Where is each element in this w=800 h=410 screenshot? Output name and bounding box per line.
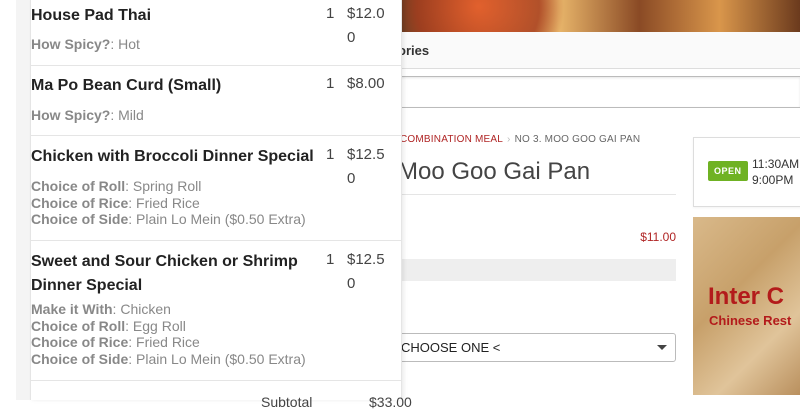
option-key: How Spicy? — [31, 36, 111, 52]
option-line: Choice of Side: Plain Lo Mein ($0.50 Ext… — [31, 350, 306, 367]
subtotal-value: $33.00 — [369, 394, 412, 410]
hero-image — [398, 0, 800, 32]
cart-items: House Pad Thai 1 $12.00 How Spicy?: Hot … — [30, 0, 412, 410]
breadcrumb-category[interactable]: COMBINATION MEAL — [400, 134, 503, 145]
option-line: How Spicy?: Hot — [31, 36, 140, 52]
option-line: Make it With: Chicken — [31, 301, 171, 317]
cart-item-qty: 1 — [326, 146, 335, 163]
cart-panel: House Pad Thai 1 $12.00 How Spicy?: Hot … — [16, 0, 412, 410]
food-photo — [398, 0, 598, 32]
cart-item-options: How Spicy?: Mild — [31, 107, 144, 124]
cart-item[interactable]: House Pad Thai 1 $12.00 How Spicy?: Hot — [31, 0, 401, 66]
option-line: Choice of Side: Plain Lo Mein ($0.50 Ext… — [31, 211, 306, 227]
close-time: 9:00PM — [752, 173, 794, 187]
cart-item-name: House Pad Thai — [31, 7, 152, 24]
cart-item-qty: 1 — [326, 251, 335, 268]
option-key: Choice of Roll — [31, 178, 126, 194]
open-time: 11:30AM — [752, 157, 800, 171]
subtotal-label: Subtotal — [261, 394, 313, 410]
option-value: Fried Rice — [136, 194, 200, 211]
category-tabs[interactable]: ories — [398, 32, 800, 69]
option-value: Plain Lo Mein ($0.50 Extra) — [136, 350, 306, 367]
cart-item-price: $12.00 — [347, 5, 385, 46]
option-key: Choice of Roll — [31, 317, 126, 334]
option-key: Choice of Side — [31, 211, 129, 227]
cart-item-price: $12.50 — [347, 251, 385, 292]
option-line: Choice of Roll: Egg Roll — [31, 317, 186, 334]
cart-item-price: $12.50 — [347, 146, 385, 187]
option-key: Make it With — [31, 301, 113, 317]
option-value: Fried Rice — [136, 334, 200, 350]
cart-item-qty: 1 — [326, 75, 335, 92]
option-value: Hot — [118, 36, 140, 52]
open-badge: OPEN — [708, 161, 748, 181]
option-value: Chicken — [120, 301, 171, 317]
option-key: How Spicy? — [31, 107, 111, 123]
cart-item-options: How Spicy?: Hot — [31, 36, 140, 53]
option-value: Mild — [118, 107, 144, 123]
tab-categories[interactable]: ories — [398, 43, 429, 58]
restaurant-banner: Inter C Chinese Rest — [693, 217, 800, 395]
cart-item-qty: 1 — [326, 5, 335, 22]
cart-item-options: Make it With: Chicken Choice of Roll: Eg… — [31, 301, 306, 367]
product-title: Moo Goo Gai Pan — [398, 158, 591, 185]
option-value: Plain Lo Mein ($0.50 Extra) — [136, 211, 306, 227]
breadcrumb-separator: › — [507, 134, 511, 145]
cart-item[interactable]: Ma Po Bean Curd (Small) 1 $8.00 How Spic… — [31, 65, 401, 136]
divider — [398, 194, 676, 195]
opening-hours: 11:30AM 9:00PM — [752, 156, 799, 188]
cart-item[interactable]: Chicken with Broccoli Dinner Special 1 $… — [31, 135, 401, 241]
cart-item-name: Ma Po Bean Curd (Small) — [31, 77, 222, 94]
search-bar[interactable] — [398, 76, 800, 108]
option-line: How Spicy?: Mild — [31, 107, 144, 123]
chevron-down-icon — [657, 345, 667, 350]
cart-item-price: $8.00 — [347, 75, 385, 92]
option-select-value: CHOOSE ONE < — [401, 340, 501, 355]
option-value: Spring Roll — [132, 178, 202, 194]
cart-item[interactable]: Sweet and Sour Chicken or Shrimp Dinner … — [31, 240, 401, 381]
hours-card: OPEN 11:30AM 9:00PM — [693, 137, 800, 207]
option-select[interactable]: CHOOSE ONE < — [398, 333, 676, 362]
cart-item-name: Chicken with Broccoli Dinner Special — [31, 148, 314, 165]
option-value: Egg Roll — [132, 317, 186, 334]
breadcrumb-current: NO 3. MOO GOO GAI PAN — [514, 134, 641, 145]
option-key: Choice of Rice — [31, 194, 129, 211]
product-price: $11.00 — [640, 230, 676, 244]
banner-title: Inter C — [708, 283, 785, 310]
option-line: Choice of Rice: Fried Rice — [31, 334, 200, 350]
option-line: Choice of Rice: Fried Rice — [31, 194, 200, 211]
cart-item-name: Sweet and Sour Chicken or Shrimp Dinner … — [31, 253, 298, 294]
banner-subtitle: Chinese Rest — [709, 313, 792, 328]
option-header — [398, 259, 676, 281]
breadcrumb: COMBINATION MEAL › NO 3. MOO GOO GAI PAN — [400, 134, 640, 145]
option-line: Choice of Roll: Spring Roll — [31, 178, 202, 194]
cart-item-options: Choice of Roll: Spring Roll Choice of Ri… — [31, 178, 306, 228]
option-key: Choice of Side — [31, 350, 129, 367]
option-key: Choice of Rice — [31, 334, 129, 350]
